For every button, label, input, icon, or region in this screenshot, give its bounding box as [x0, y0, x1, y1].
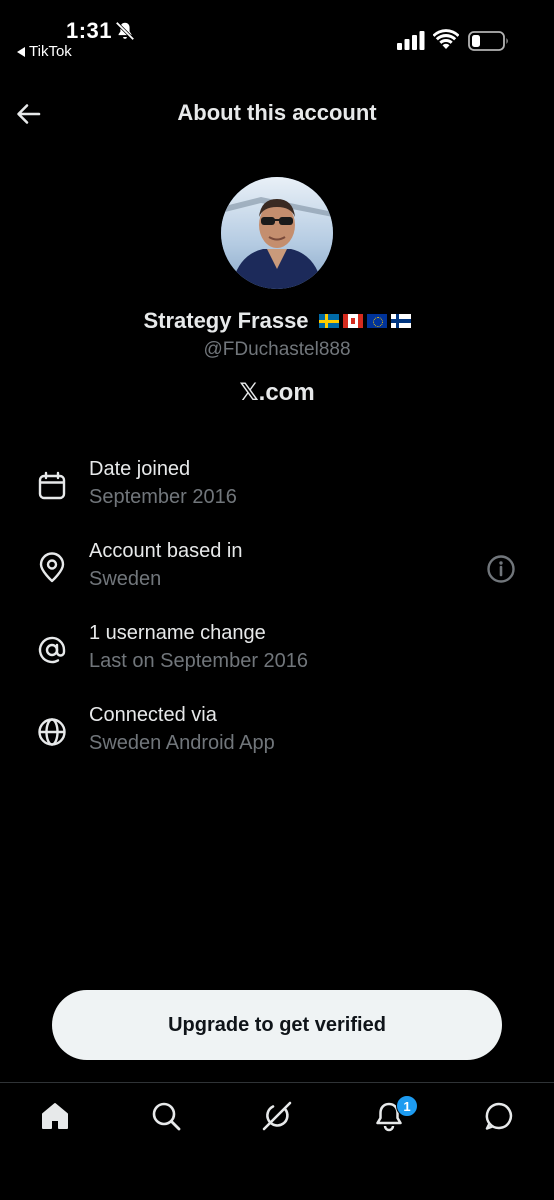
header: About this account: [0, 88, 554, 142]
page-title: About this account: [177, 100, 377, 125]
info-circle-icon[interactable]: [486, 554, 516, 584]
info-row-account-location: Account based in Sweden: [0, 540, 554, 604]
search-icon[interactable]: [149, 1099, 183, 1133]
battery-icon: [468, 31, 508, 51]
finland-flag-icon: [390, 314, 411, 328]
status-time: 1:31: [66, 18, 113, 43]
info-row-connected-via: Connected via Sweden Android App: [0, 704, 554, 768]
home-icon[interactable]: [38, 1099, 72, 1133]
info-title: 1 username change: [89, 622, 266, 644]
display-name: Strategy Frasse: [0, 308, 554, 334]
location-pin-icon: [39, 552, 65, 583]
canada-flag-icon: [342, 314, 363, 328]
avatar-photo: [221, 177, 333, 289]
info-subtitle: Sweden: [89, 568, 162, 590]
status-bar: 1:31 TikTok: [0, 0, 554, 70]
sweden-flag-icon: [318, 314, 339, 328]
info-subtitle: September 2016: [89, 486, 237, 508]
back-triangle-icon: [17, 46, 25, 57]
info-subtitle: Last on September 2016: [89, 650, 309, 672]
bell-muted-icon: [115, 21, 135, 41]
at-sign-icon: [38, 636, 66, 664]
back-app-label: TikTok: [29, 43, 72, 60]
display-name-text: Strategy Frasse: [143, 308, 309, 333]
source-site: 𝕏.com: [239, 379, 315, 406]
wifi-icon: [433, 29, 459, 49]
bottom-nav: [0, 1082, 554, 1200]
user-handle: @FDuchastel888: [203, 339, 351, 360]
grok-icon[interactable]: [260, 1099, 294, 1133]
globe-icon: [38, 718, 66, 746]
flags: [318, 314, 411, 328]
notifications-badge: 1: [396, 1095, 418, 1117]
upgrade-verified-button[interactable]: Upgrade to get verified: [52, 990, 502, 1060]
messages-icon[interactable]: [482, 1099, 516, 1133]
calendar-icon: [38, 471, 66, 500]
info-row-date-joined: Date joined September 2016: [0, 458, 554, 522]
info-title: Account based in: [89, 540, 243, 562]
info-title: Connected via: [89, 704, 217, 726]
avatar: [221, 177, 333, 289]
info-row-username-change: 1 username change Last on September 2016: [0, 622, 554, 686]
eu-flag-icon: [366, 314, 387, 328]
info-title: Date joined: [89, 458, 191, 480]
info-subtitle: Sweden Android App: [89, 732, 275, 754]
cellular-signal-icon: [397, 31, 425, 50]
back-to-app-link[interactable]: TikTok: [17, 43, 72, 60]
